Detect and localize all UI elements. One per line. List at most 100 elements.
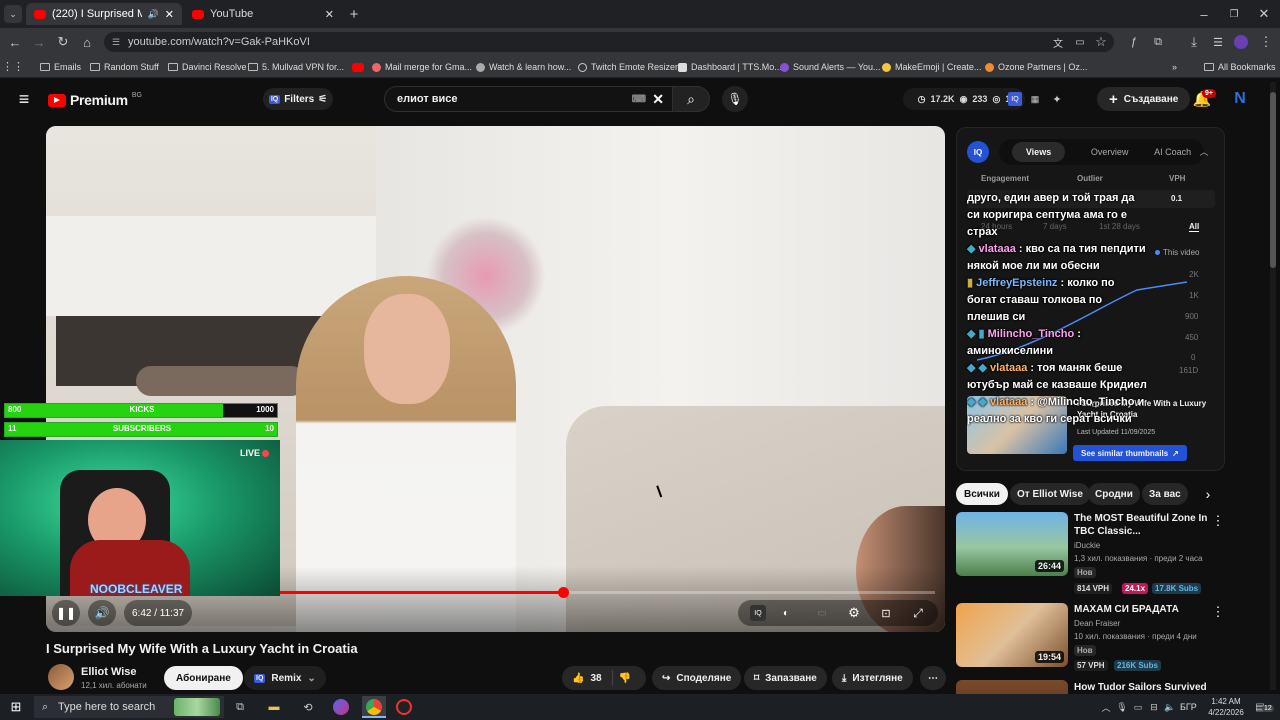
- sparkle-icon[interactable]: ✦: [1048, 92, 1066, 106]
- bookmark-makeemoji[interactable]: MakeEmoji | Create...: [882, 58, 981, 76]
- settings-gear-icon[interactable]: ⚙: [846, 605, 862, 621]
- related-video-1[interactable]: 26:44 The MOST Beautiful Zone In TBC Cla…: [956, 512, 1226, 594]
- clear-search-icon[interactable]: ✕: [652, 91, 664, 108]
- page-scrollbar[interactable]: [1270, 82, 1276, 690]
- tab-video[interactable]: (220) I Surprised My Wife W 🔊 ✕: [26, 3, 182, 25]
- account-avatar[interactable]: N: [1230, 89, 1250, 109]
- see-similar-thumbnails-button[interactable]: See similar thumbnails ↗: [1073, 445, 1187, 461]
- filters-button[interactable]: IQ Filters ⚟: [263, 88, 333, 110]
- obs-icon[interactable]: [396, 699, 412, 715]
- bookmark-mail-merge[interactable]: Mail merge for Gma...: [372, 58, 472, 76]
- all-bookmarks[interactable]: All Bookmarks: [1204, 58, 1276, 76]
- range-all[interactable]: All: [1189, 222, 1200, 232]
- tab-youtube[interactable]: YouTube ✕: [184, 3, 342, 25]
- display-tray-icon[interactable]: ▭: [1132, 700, 1144, 714]
- audio-icon[interactable]: 🔊: [148, 9, 159, 20]
- download-button[interactable]: ⤓ Изтегляне: [832, 666, 913, 690]
- create-button[interactable]: + Създаване: [1097, 87, 1191, 111]
- save-button[interactable]: ⌑ Запазване: [744, 666, 827, 690]
- voice-search-icon[interactable]: 🎙: [722, 86, 748, 112]
- bookmark-ozone[interactable]: Ozone Partners | Oz...: [985, 58, 1087, 76]
- vidiq-tab-overview[interactable]: Overview: [1091, 147, 1129, 157]
- related-thumbnail[interactable]: 26:44: [956, 512, 1068, 576]
- taskbar-search-box[interactable]: ⌕ Type here to search: [34, 696, 224, 718]
- bookmarks-overflow-icon[interactable]: »: [1172, 58, 1177, 76]
- chip-all[interactable]: Всички: [956, 483, 1008, 505]
- function-icon[interactable]: ƒ: [1126, 34, 1142, 50]
- profile-avatar[interactable]: [1234, 35, 1248, 49]
- collapse-panel-icon[interactable]: ︿: [1197, 144, 1211, 158]
- related-thumbnail[interactable]: [956, 680, 1068, 694]
- youtube-premium-logo[interactable]: Premium BG: [48, 92, 142, 108]
- scrollbar-thumb[interactable]: [1270, 92, 1276, 268]
- bookmark-twitch-emote[interactable]: Twitch Emote Resizer: [578, 58, 678, 76]
- search-input[interactable]: елиот висе ⌨ ✕: [384, 86, 672, 112]
- browser-menu-icon[interactable]: ⋮: [1258, 34, 1274, 50]
- back-icon[interactable]: ←: [6, 33, 24, 51]
- address-bar[interactable]: ☰ youtube.com/watch?v=Gak-PaHKoVI: [104, 32, 1114, 52]
- hamburger-menu-icon[interactable]: ≡: [14, 89, 34, 109]
- translate-icon[interactable]: 文: [1050, 34, 1066, 50]
- related-video-3[interactable]: How Tudor Sailors Survived a 7: [956, 680, 1226, 694]
- bookmark-watch-learn[interactable]: Watch & learn how...: [476, 58, 571, 76]
- windows-start-icon[interactable]: ⊞: [8, 699, 24, 715]
- bookmark-sound-alerts[interactable]: Sound Alerts — You...: [780, 58, 881, 76]
- grid-icon[interactable]: ▦: [1028, 92, 1042, 106]
- bookmark-random-stuff[interactable]: Random Stuff: [90, 58, 159, 76]
- video-menu-icon[interactable]: ⋮: [1212, 604, 1225, 619]
- vidiq-tab-views[interactable]: Views: [1011, 142, 1066, 162]
- volume-tray-icon[interactable]: 🔈: [1164, 700, 1176, 714]
- network-tray-icon[interactable]: ⊟: [1148, 700, 1160, 714]
- extensions-icon[interactable]: ⧉: [1150, 34, 1166, 50]
- reload-icon[interactable]: ↻: [54, 33, 72, 51]
- subscribe-button[interactable]: Абониране: [164, 666, 243, 690]
- search-button[interactable]: ⌕: [672, 86, 710, 112]
- forward-icon[interactable]: →: [30, 33, 48, 51]
- taskbar-clock[interactable]: 1:42 AM 4/22/2026: [1206, 696, 1246, 718]
- chip-for-you[interactable]: За вас: [1142, 483, 1188, 505]
- related-thumbnail[interactable]: 19:54: [956, 603, 1068, 667]
- vidiq-stats-bar[interactable]: ◷17.2K ◉233 ◎1: [903, 88, 1025, 110]
- keyboard-icon[interactable]: ⌨: [632, 94, 646, 105]
- taskbar-app-icon[interactable]: ⟲: [300, 699, 316, 715]
- new-tab-icon[interactable]: +: [346, 6, 362, 23]
- close-tab-icon[interactable]: ✕: [325, 8, 334, 21]
- taskbar-app-icon[interactable]: [333, 699, 349, 715]
- bookmark-emails[interactable]: Emails: [40, 58, 81, 76]
- remix-button[interactable]: IQ Remix ⌄: [244, 666, 326, 690]
- theater-mode-icon[interactable]: ⊡: [878, 605, 894, 621]
- chip-related[interactable]: Сродни: [1088, 483, 1140, 505]
- bookmark-davinci[interactable]: Davinci Resolve: [168, 58, 247, 76]
- apps-icon[interactable]: ⋮⋮: [2, 59, 24, 73]
- file-explorer-icon[interactable]: ▬: [266, 699, 282, 715]
- close-window-icon[interactable]: ✕: [1256, 6, 1272, 22]
- close-tab-icon[interactable]: ✕: [165, 8, 174, 21]
- tray-overflow-icon[interactable]: ︿: [1100, 700, 1112, 714]
- minimize-icon[interactable]: –: [1196, 6, 1212, 22]
- chip-from-channel[interactable]: От Elliot Wise: [1010, 483, 1090, 505]
- volume-button[interactable]: 🔊: [88, 600, 116, 626]
- video-menu-icon[interactable]: ⋮: [1212, 513, 1225, 528]
- share-button[interactable]: ↪ Споделяне: [652, 666, 742, 690]
- subtitles-icon[interactable]: ▭: [814, 605, 830, 621]
- vidiq-player-icon[interactable]: IQ: [750, 605, 766, 621]
- bookmark-mullvad[interactable]: 5. Mullvad VPN for...: [248, 58, 344, 76]
- autoplay-toggle-icon[interactable]: ◐: [778, 605, 794, 621]
- microphone-tray-icon[interactable]: 🎙: [1116, 700, 1128, 714]
- taskbar-chrome-active[interactable]: [362, 696, 386, 718]
- bookmark-youtube[interactable]: [352, 58, 364, 76]
- task-view-icon[interactable]: ⧉: [232, 699, 248, 715]
- chips-next-icon[interactable]: ›: [1200, 486, 1216, 502]
- more-actions-button[interactable]: ⋯: [920, 666, 946, 690]
- home-icon[interactable]: ⌂: [78, 33, 96, 51]
- site-info-icon[interactable]: ☰: [112, 37, 120, 48]
- vidiq-tab-ai-coach[interactable]: AI Coach: [1154, 147, 1191, 157]
- bookmark-star-icon[interactable]: ☆: [1093, 34, 1109, 50]
- language-indicator[interactable]: БГР: [1180, 702, 1197, 712]
- fullscreen-icon[interactable]: ⤢: [910, 605, 926, 621]
- like-button[interactable]: 👍 38: [572, 673, 602, 684]
- vidiq-toolbar-icon[interactable]: IQ: [1008, 92, 1022, 106]
- reading-list-icon[interactable]: ☰: [1210, 34, 1226, 50]
- dislike-button[interactable]: 👎: [619, 673, 631, 684]
- related-video-2[interactable]: 19:54 МАХАМ СИ БРАДАТА Dean Fraiser 10 х…: [956, 603, 1226, 683]
